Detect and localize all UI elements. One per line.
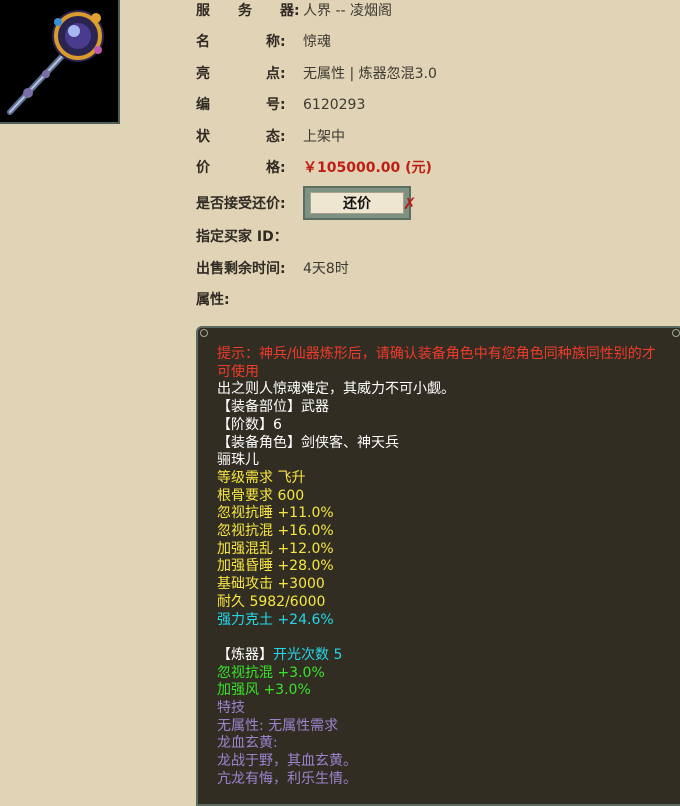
attribute-line-text: 骊珠儿 (217, 452, 259, 469)
attribute-line-text: 【装备角色】剑侠客、神天兵 (217, 434, 399, 451)
attribute-line-text: 无属性: 无属性需求 (217, 717, 339, 734)
panel-corner-ornament (200, 329, 208, 337)
attribute-lines: 提示：神兵/仙器炼形后，请确认装备角色中有您角色同种族同性别的才可使用 出之则人惊… (217, 346, 669, 789)
attribute-line: 出之则人惊魂难定，其威力不可小觑。 (217, 381, 669, 399)
attribute-line-text: 忽视抗混 +16.0% (217, 523, 334, 540)
attribute-line: 加强昏睡 +28.0% (217, 558, 669, 576)
price-label: 价 格: (196, 160, 286, 176)
attribute-line: 根骨要求 600 (217, 488, 669, 506)
attribute-line-text: 出之则人惊魂难定，其威力不可小觑。 (217, 381, 455, 398)
attribute-line (217, 629, 669, 647)
attribute-line: 无属性: 无属性需求 (217, 718, 669, 736)
attribute-line-text: 【装备部位】武器 (217, 399, 329, 416)
attribute-line-text: 龙战于野，其血玄黄。 (217, 753, 357, 770)
attribute-line: 加强风 +3.0% (217, 682, 669, 700)
attribute-line: 基础攻击 +3000 (217, 576, 669, 594)
attribute-line: 忽视抗混 +16.0% (217, 523, 669, 541)
buyer-label: 指定买家 ID： (196, 229, 288, 245)
bargain-button-label: 还价 (310, 192, 404, 214)
attribute-line: 【炼器】开光次数 5 (217, 647, 669, 665)
attributes-panel: 提示：神兵/仙器炼形后，请确认装备角色中有您角色同种族同性别的才可使用 出之则人惊… (196, 326, 680, 806)
attribute-line: 龙战于野，其血玄黄。 (217, 753, 669, 771)
attribute-line-text: 基础攻击 +3000 (217, 576, 325, 593)
attribute-line: 强力克土 +24.6% (217, 612, 669, 630)
serial-value: 6120293 (303, 97, 366, 113)
remaining-value: 4天8时 (303, 261, 349, 277)
price-value: ￥105000.00 (元) (303, 160, 432, 176)
name-label: 名 称: (196, 34, 286, 50)
attribute-line: 骊珠儿 (217, 452, 669, 470)
attribute-line-text: 忽视抗混 +3.0% (217, 664, 325, 681)
attribute-line-text: 特技 (217, 700, 245, 717)
panel-corner-ornament (672, 329, 680, 337)
attribute-line-text: 开光次数 5 (273, 646, 343, 663)
attribute-line: 耐久 5982/6000 (217, 594, 669, 612)
attribute-line: 加强混乱 +12.0% (217, 541, 669, 559)
attribute-line: 【装备部位】武器 (217, 399, 669, 417)
attribute-line: 忽视抗混 +3.0% (217, 665, 669, 683)
attribute-line-text: 【阶数】6 (217, 416, 282, 433)
attribute-line: 提示：神兵/仙器炼形后，请确认装备角色中有您角色同种族同性别的才可使用 (217, 346, 669, 381)
attribute-line: 龙血玄黄: (217, 735, 669, 753)
attribute-line-text: 提示：神兵/仙器炼形后，请确认装备角色中有您角色同种族同性别的才可使用 (217, 346, 656, 380)
attribute-line: 【装备角色】剑侠客、神天兵 (217, 435, 669, 453)
attribute-line-text: 耐久 5982/6000 (217, 593, 326, 610)
status-value: 上架中 (303, 129, 345, 145)
name-value: 惊魂 (303, 34, 331, 50)
ribbon-icon: ✗ (403, 194, 417, 213)
attributes-label: 属性: (196, 292, 230, 308)
attribute-line-text: 亢龙有悔，利乐生情。 (217, 770, 357, 787)
attribute-line: 忽视抗睡 +11.0% (217, 505, 669, 523)
server-value: 人界 -- 凌烟阁 (303, 3, 393, 19)
attribute-line-text: 龙血玄黄: (217, 735, 278, 752)
attribute-line: 等级需求 飞升 (217, 470, 669, 488)
server-label: 服 务 器: (196, 3, 300, 19)
attribute-line: 【阶数】6 (217, 417, 669, 435)
attribute-line-text: 强力克土 +24.6% (217, 611, 334, 628)
staff-weapon-icon (0, 0, 118, 122)
highlight-value: 无属性 | 炼器忽混3.0 (303, 66, 437, 82)
attribute-line-text: 等级需求 飞升 (217, 469, 306, 486)
attribute-line-prefix: 【炼器】 (217, 646, 273, 663)
highlight-label: 亮 点: (196, 66, 286, 82)
attribute-line-text: 加强风 +3.0% (217, 682, 311, 699)
item-image (0, 0, 120, 124)
bargain-button[interactable]: 还价 (303, 186, 411, 220)
bargain-label: 是否接受还价: (196, 196, 286, 212)
attribute-line-text: 忽视抗睡 +11.0% (217, 505, 334, 522)
attribute-line: 亢龙有悔，利乐生情。 (217, 771, 669, 789)
serial-label: 编 号: (196, 97, 286, 113)
attribute-line-text: 根骨要求 600 (217, 487, 305, 504)
status-label: 状 态: (196, 129, 286, 145)
attribute-line: 特技 (217, 700, 669, 718)
remaining-label: 出售剩余时间: (196, 261, 286, 277)
attribute-line-text: 加强昏睡 +28.0% (217, 558, 334, 575)
attribute-line-text: 加强混乱 +12.0% (217, 540, 334, 557)
